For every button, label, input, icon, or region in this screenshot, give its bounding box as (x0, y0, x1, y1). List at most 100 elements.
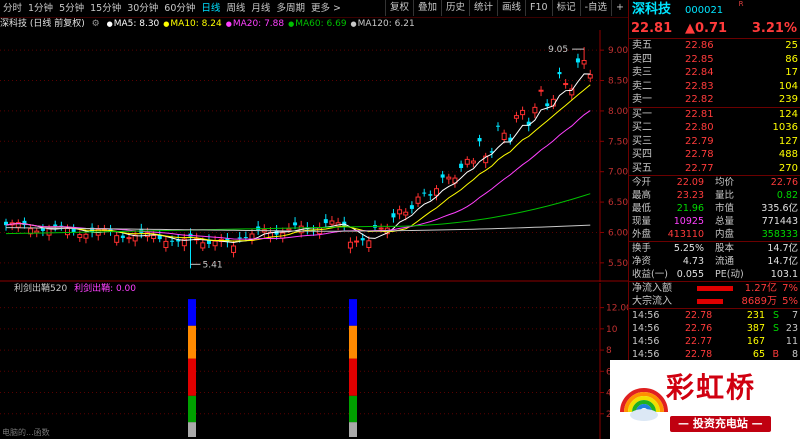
stats2-row: 净资 4.73 流通 14.7亿 (629, 255, 800, 268)
tab-period-3[interactable]: 15分钟 (87, 0, 124, 17)
candle-up (513, 115, 519, 119)
stock-name: 深科技 (632, 2, 672, 17)
indicator-title[interactable]: 利剑出鞘520 (14, 284, 67, 294)
flow-label: 大宗流入 (632, 296, 672, 307)
candle-down (243, 237, 248, 239)
bids-label: 买一 (632, 108, 652, 120)
watermark-logo: 彩虹桥 — 投资充电站 — (610, 360, 800, 439)
toolbar-button-8[interactable]: + (611, 0, 628, 16)
bids-row: 买一 22.81 124 (629, 108, 800, 122)
stats-label: 最低 (632, 203, 652, 214)
stock-head: 深科技 000021 R (629, 0, 800, 20)
candle-down (440, 174, 445, 178)
tab-period-0[interactable]: 分时 (0, 0, 25, 17)
tab-period-8[interactable]: 月线 (248, 0, 273, 17)
tick-count: 11 (785, 336, 798, 347)
tab-period-9[interactable]: 多周期 (273, 0, 308, 17)
candle-up (200, 242, 206, 249)
asks-row: 卖五 22.86 25 (629, 39, 800, 53)
toolbar-button-4[interactable]: 画线 (497, 0, 525, 16)
candle-up (587, 74, 593, 79)
toolbar-button-1[interactable]: 叠加 (412, 0, 441, 16)
asks-label: 卖四 (632, 53, 652, 65)
asks-label: 卖二 (632, 80, 652, 92)
ma-header: 深科技 (日线 前复权) ⚙ ●MA5: 8.30 ●MA10: 8.24 ●MA2… (0, 18, 628, 30)
price-change-pct: 3.21% (751, 21, 797, 36)
candlestick-chart[interactable]: 9.00 8.50 8.00 7.50 7.00 6.50 6.00 5.50 9.05 5.41 (0, 30, 628, 282)
toolbar-button-2[interactable]: 历史 (440, 0, 469, 16)
candle-up (415, 196, 421, 204)
toolbar-button-6[interactable]: 标记 (551, 0, 580, 16)
asks-label: 卖一 (632, 94, 652, 105)
stats2-value: 0.055 (676, 269, 704, 280)
bids-label: 买二 (632, 122, 652, 133)
toolbar-button-0[interactable]: 复权 (384, 0, 413, 16)
tick-row[interactable]: 14:56 22.76 387 S 23 (629, 322, 800, 335)
asks-volume: 25 (785, 40, 798, 51)
candle-up (286, 227, 292, 231)
settings-icon[interactable]: ⚙ (92, 19, 100, 29)
flow-pct: 7% (782, 283, 798, 294)
candle-up (77, 234, 83, 239)
tick-price: 22.78 (685, 310, 713, 321)
tick-row[interactable]: 14:56 22.78 231 S 7 (629, 309, 800, 322)
tab-period-5[interactable]: 60分钟 (161, 0, 198, 17)
stats-row: 最高 23.23 量比 0.82 (629, 189, 800, 202)
flow-row: 净流入额 1.27亿 7% (629, 282, 800, 295)
stats2-label: 换手 (632, 243, 652, 254)
tab-period-2[interactable]: 5分钟 (56, 0, 87, 17)
signal-bar-segment (188, 358, 196, 396)
bids-price: 22.80 (685, 122, 714, 133)
tab-period-10[interactable]: 更多 > (308, 0, 344, 17)
y-tick-label: 8.00 (608, 107, 628, 117)
toolbar-button-3[interactable]: 统计 (468, 0, 497, 16)
stats-value: 413110 (667, 229, 704, 240)
ma-dot-2: ● (225, 20, 232, 28)
tab-period-7[interactable]: 周线 (223, 0, 248, 17)
tick-row[interactable]: 14:56 22.77 167 11 (629, 335, 800, 348)
signal-bar-segment (349, 325, 357, 359)
indicator-chart[interactable]: 12.00108642 (0, 283, 628, 439)
candle-down (496, 125, 500, 127)
candle-up (520, 109, 526, 116)
stats-label: 今开 (632, 177, 652, 188)
asks-price: 22.85 (685, 53, 714, 65)
bid-book: 买一 22.81 124 买二 22.80 1036 买三 22.79 127 买四 22.78 48… (629, 108, 800, 176)
ma-label-2: MA20: 7.88 (232, 19, 285, 29)
flow-bar (697, 299, 723, 304)
stats2-value-2: 14.7亿 (767, 256, 798, 267)
asks-row: 卖一 22.82 239 (629, 93, 800, 107)
toolbar-button-7[interactable]: -自选 (579, 0, 611, 16)
candle-up (126, 237, 132, 240)
signal-bar-segment (349, 395, 357, 423)
signal-bar-base (349, 422, 357, 437)
bids-volume: 488 (778, 149, 798, 160)
candle-up (151, 234, 157, 240)
stats2-value: 5.25% (673, 243, 704, 254)
candle-down (323, 219, 328, 224)
ma-dot-3: ● (288, 20, 295, 28)
stats2-label: 净资 (632, 256, 652, 267)
stats-label-2: 均价 (715, 177, 735, 188)
candle-up (46, 228, 52, 236)
bids-volume: 270 (778, 162, 798, 174)
tick-time: 14:56 (632, 323, 660, 334)
stats-row: 现量 10925 总量 771443 (629, 215, 800, 228)
tab-period-6[interactable]: 日线 (198, 0, 223, 17)
bids-label: 买三 (632, 135, 652, 147)
ma-label-1: MA10: 8.24 (170, 19, 222, 29)
ma-label-4: MA120: 6.21 (357, 19, 415, 29)
sub-y-tick-label: 12.00 (606, 304, 628, 314)
stats-label-2: 内盘 (715, 229, 735, 240)
tab-period-4[interactable]: 30分钟 (124, 0, 161, 17)
toolbar-button-5[interactable]: F10 (525, 0, 552, 16)
tick-list: 14:56 22.78 231 S 7 14:56 22.76 387 S 23 14:56 22.7… (629, 309, 800, 361)
ma-dot-4: ● (350, 20, 357, 28)
ask-book: 卖五 22.86 25 卖四 22.85 86 卖三 22.84 17 卖二 22.83 104 卖一 2… (629, 39, 800, 107)
candle-up (212, 240, 218, 247)
candle-down (360, 238, 365, 241)
tab-period-1[interactable]: 1分钟 (25, 0, 56, 17)
asks-volume: 104 (778, 80, 798, 92)
stats-value-2: 0.82 (776, 190, 798, 201)
candle-up (397, 209, 403, 215)
